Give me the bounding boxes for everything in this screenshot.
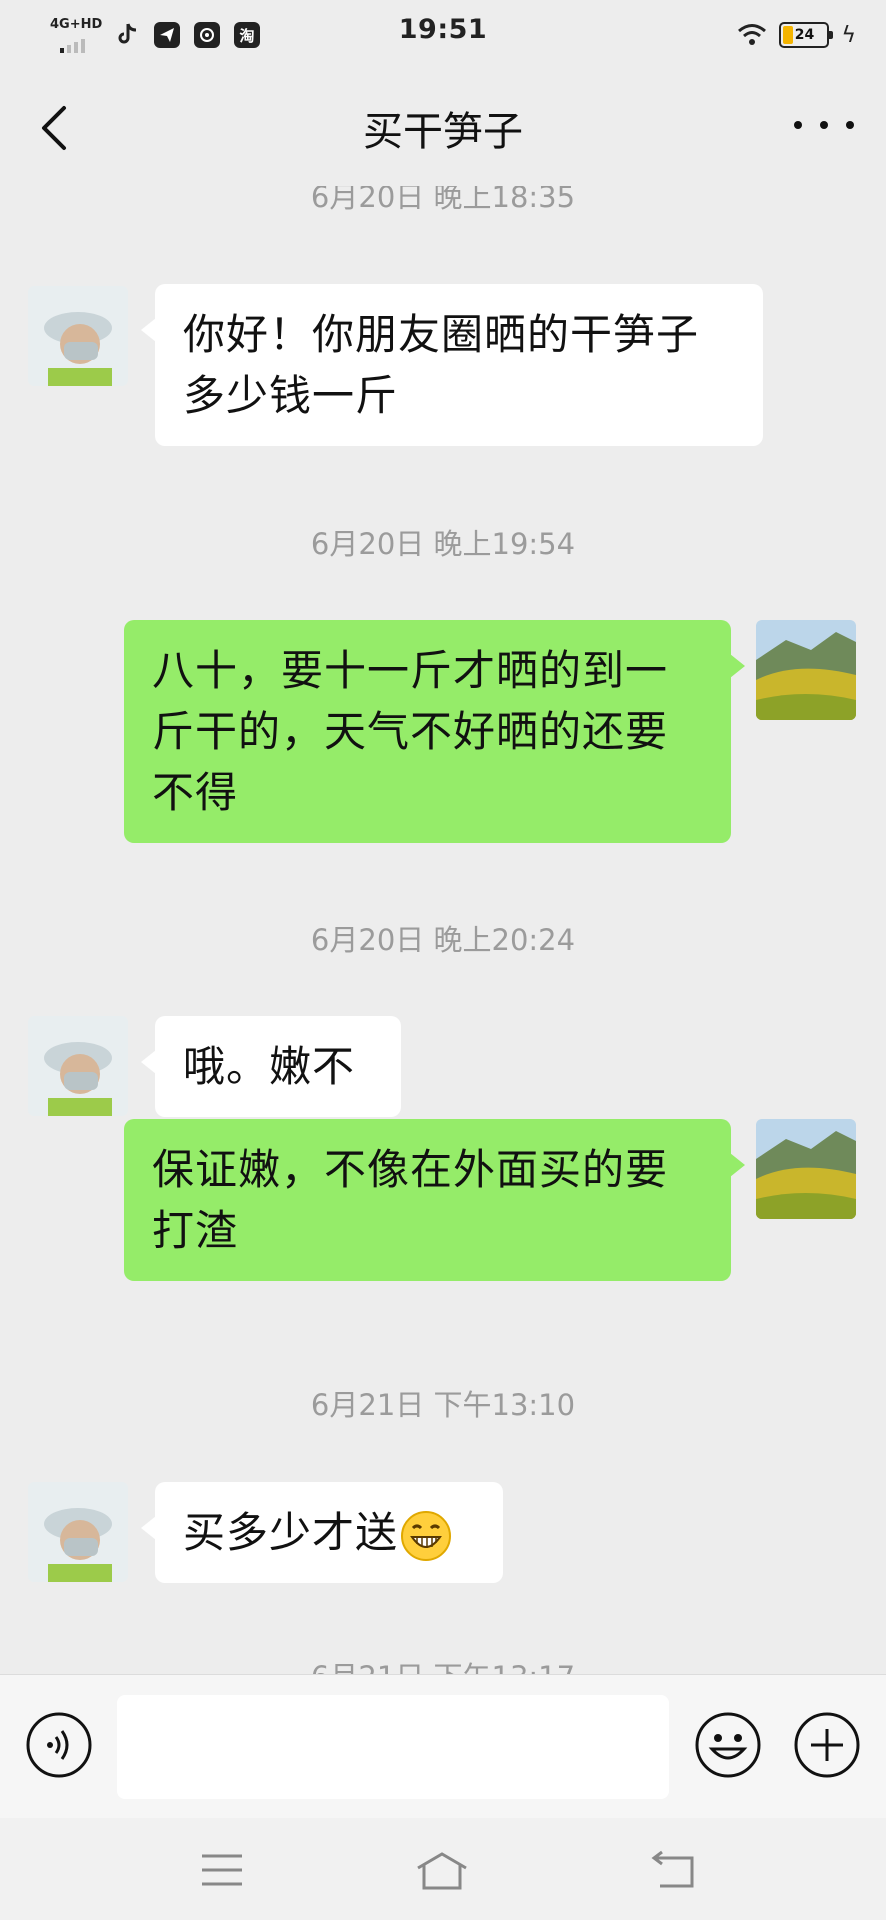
input-bar xyxy=(0,1674,886,1818)
menu-button[interactable] xyxy=(194,1848,250,1892)
grin-emoji-icon xyxy=(401,1510,452,1561)
message-input[interactable] xyxy=(117,1695,669,1799)
battery-fill xyxy=(783,26,794,44)
timestamp: 6月21日 下午13:17 xyxy=(0,1654,886,1674)
message-bubble-incoming[interactable]: 你好！你朋友圈晒的干笋子 多少钱一斤 xyxy=(141,284,763,446)
message-bubble-outgoing[interactable]: 八十，要十一斤才晒的到一 斤干的，天气不好晒的还要 不得 xyxy=(124,620,745,843)
back-button[interactable] xyxy=(32,100,82,156)
status-bar: 4G+HD 淘 19:51 24 ϟ xyxy=(0,0,886,70)
timestamp: 6月20日 晚上19:54 xyxy=(310,527,576,561)
timestamp: 6月20日 晚上20:24 xyxy=(310,923,576,957)
plus-icon xyxy=(794,1712,860,1778)
more-dot xyxy=(846,121,854,129)
system-navigation-bar xyxy=(0,1818,886,1920)
message-line: 打渣 xyxy=(152,1206,239,1255)
page-title: 买干笋子 xyxy=(363,109,523,155)
timestamp: 6月21日 下午13:10 xyxy=(310,1388,576,1422)
message-bubble-incoming[interactable]: 哦。嫩不 xyxy=(141,1016,401,1117)
message-line: 斤干的，天气不好晒的还要 xyxy=(152,707,669,756)
my-avatar[interactable] xyxy=(756,1119,856,1219)
chevron-left-icon xyxy=(42,106,66,150)
emoji-button[interactable] xyxy=(694,1711,762,1779)
home-button[interactable] xyxy=(414,1848,470,1892)
message-bubble-incoming[interactable]: 买多少才送 xyxy=(141,1482,503,1583)
chat-area[interactable]: 6月20日 晚上18:35 你好！你朋友圈晒的干笋子 多少钱一斤 6月20日 晚… xyxy=(0,186,886,1674)
contact-avatar[interactable] xyxy=(28,1016,128,1116)
message-line: 你好！你朋友圈晒的干笋子 xyxy=(183,310,700,359)
message-line: 保证嫩，不像在外面买的要 xyxy=(152,1145,669,1194)
battery-indicator: 24 xyxy=(779,22,834,48)
plus-button[interactable] xyxy=(793,1711,861,1779)
system-back-button[interactable] xyxy=(646,1848,702,1892)
message-bubble-outgoing[interactable]: 保证嫩，不像在外面买的要 打渣 xyxy=(124,1119,745,1281)
voice-button[interactable] xyxy=(25,1711,93,1779)
more-dot xyxy=(794,121,802,129)
timestamp: 6月20日 晚上18:35 xyxy=(310,186,576,214)
message-line: 不得 xyxy=(152,768,239,817)
message-line: 买多少才送 xyxy=(183,1508,399,1557)
more-button[interactable] xyxy=(794,110,854,140)
voice-icon xyxy=(26,1712,92,1778)
status-time: 19:51 xyxy=(398,14,488,45)
message-line: 多少钱一斤 xyxy=(183,371,399,420)
menu-icon xyxy=(202,1854,242,1886)
home-icon xyxy=(417,1852,467,1890)
nav-bar: 买干笋子 xyxy=(0,70,886,186)
contact-avatar[interactable] xyxy=(28,286,128,386)
my-avatar[interactable] xyxy=(756,620,856,720)
contact-avatar[interactable] xyxy=(28,1482,128,1582)
back-icon xyxy=(651,1850,694,1888)
smiley-icon xyxy=(695,1712,761,1778)
message-line: 哦。嫩不 xyxy=(183,1042,356,1091)
battery-level: 24 xyxy=(794,27,815,43)
more-dot xyxy=(820,121,828,129)
message-line: 八十，要十一斤才晒的到一 xyxy=(152,646,669,695)
